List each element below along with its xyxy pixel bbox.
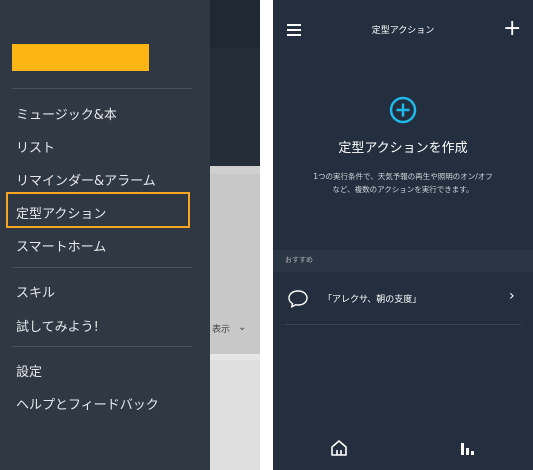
chevron-down-icon: ⌄ xyxy=(238,322,247,333)
background-partial-text: 表示 xyxy=(212,325,231,335)
recommended-routine-label: 「アレクサ、朝の支度」 xyxy=(323,295,422,305)
divider xyxy=(12,88,192,89)
page-title: 定型アクション xyxy=(371,26,435,36)
menu-item-help-feedback[interactable]: ヘルプとフィードバック xyxy=(16,394,159,413)
recommended-label: おすすめ xyxy=(285,256,313,264)
activity-icon[interactable] xyxy=(459,440,475,456)
background-app-content: 表示 ⌄ xyxy=(210,0,260,470)
menu-item-reminders-alarms[interactable]: リマインダー&アラーム xyxy=(16,170,156,189)
menu-item-routines[interactable]: 定型アクション xyxy=(16,203,106,222)
menu-item-settings[interactable]: 設定 xyxy=(16,361,42,380)
create-routine-description: 1つの実行条件で、天気予報の再生や照明のオン/オフなど、複数のアクションを実行で… xyxy=(313,172,493,194)
account-name-redaction xyxy=(12,44,149,71)
menu-item-smart-home[interactable]: スマートホーム xyxy=(16,236,106,255)
home-icon[interactable] xyxy=(329,438,349,458)
right-screen: 定型アクション + 定型アクションを作成 1つの実行条件で、天気予報の再生や照明… xyxy=(273,0,533,470)
recommended-routine-item[interactable]: 「アレクサ、朝の支度」 › xyxy=(273,272,533,324)
menu-item-try-it[interactable]: 試してみよう! xyxy=(16,316,99,335)
app-header: 定型アクション + xyxy=(273,0,533,56)
speech-bubble-icon xyxy=(288,290,308,308)
left-screen: 表示 ⌄ ミュージック&本 リスト リマインダー&アラーム 定型アクション スマ… xyxy=(0,0,260,470)
menu-item-skills[interactable]: スキル xyxy=(16,282,55,301)
navigation-drawer: ミュージック&本 リスト リマインダー&アラーム 定型アクション スマートホーム… xyxy=(0,0,210,470)
plus-icon[interactable]: + xyxy=(503,18,521,40)
menu-item-music-books[interactable]: ミュージック&本 xyxy=(16,104,117,123)
divider xyxy=(12,267,192,268)
divider xyxy=(12,346,192,347)
add-circle-icon[interactable] xyxy=(389,96,417,124)
chevron-right-icon: › xyxy=(509,288,515,304)
divider xyxy=(285,324,521,325)
recommended-section-header: おすすめ xyxy=(273,250,533,272)
menu-item-lists[interactable]: リスト xyxy=(16,137,55,156)
create-routine-title[interactable]: 定型アクションを作成 xyxy=(273,137,533,156)
